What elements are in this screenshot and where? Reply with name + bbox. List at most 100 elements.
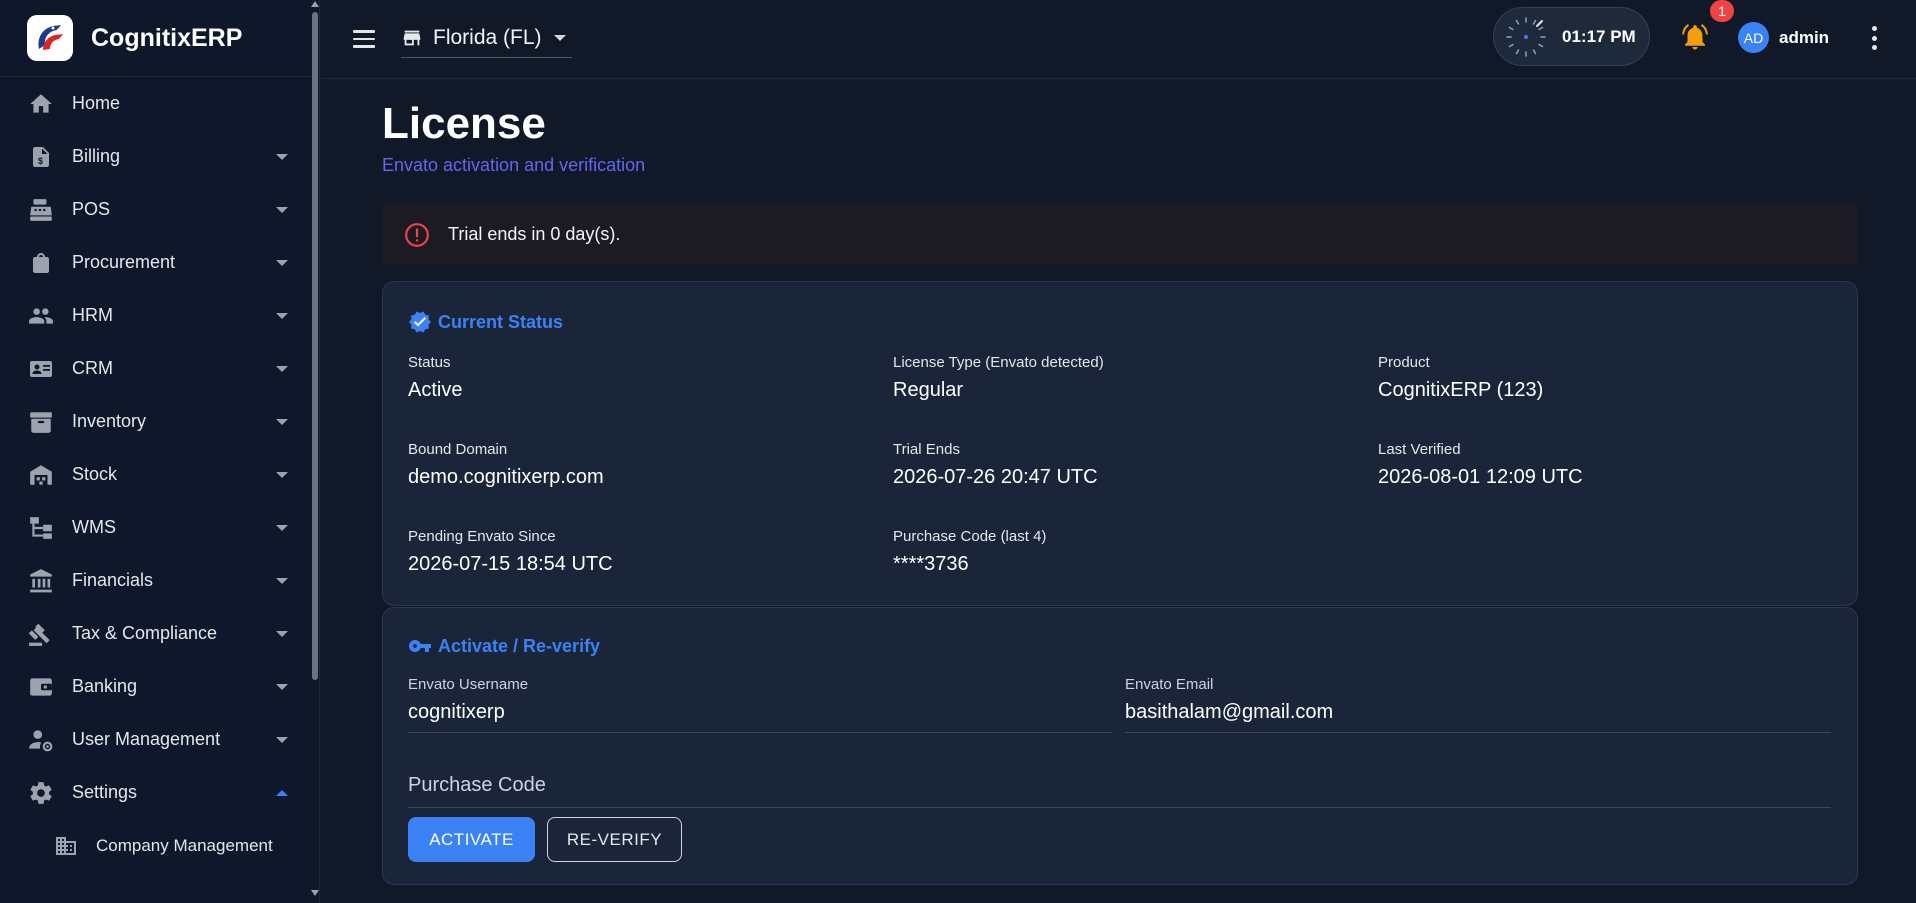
pending-envato-field: Pending Envato Since 2026-07-15 18:54 UT… <box>408 528 613 576</box>
error-icon <box>405 222 429 247</box>
sidebar-item-label: WMS <box>72 517 116 537</box>
field-value: 2026-08-01 12:09 UTC <box>1378 466 1583 488</box>
chevron-up-icon <box>276 789 288 796</box>
sidebar-item-label: Home <box>72 93 121 113</box>
sidebar-nav: Home $ Billing POS Procurement HRM CRM I… <box>0 77 319 872</box>
chevron-down-icon <box>553 34 566 41</box>
current-status-card: Current Status Status Active License Typ… <box>382 281 1858 606</box>
invoice-icon: $ <box>26 142 56 172</box>
field-value: Regular <box>893 379 964 401</box>
archive-icon <box>26 407 56 437</box>
sidebar-item-label: POS <box>72 199 111 219</box>
sidebar-item-label: Banking <box>72 676 138 696</box>
envato-username-field[interactable]: Envato Username cognitixerp <box>408 676 1112 733</box>
activate-button[interactable]: ACTIVATE <box>408 817 535 862</box>
kebab-icon <box>1871 45 1877 50</box>
last-verified-field: Last Verified 2026-08-01 12:09 UTC <box>1378 441 1583 489</box>
store-selector-label: Florida (FL) <box>433 25 542 49</box>
building-icon <box>52 832 80 860</box>
purchase-code-field[interactable]: Purchase Code <box>408 774 1831 808</box>
sidebar-item-wms[interactable]: WMS <box>0 501 319 554</box>
product-field: Product CognitixERP (123) <box>1378 354 1543 402</box>
sidebar-item-settings[interactable]: Settings <box>0 766 319 819</box>
envato-username-input[interactable]: cognitixerp <box>408 701 1112 732</box>
gavel-icon <box>26 619 56 649</box>
menu-toggle-button[interactable] <box>353 25 381 53</box>
clock-widget: 01:17 PM <box>1493 7 1650 66</box>
brand-logo-icon <box>27 15 73 61</box>
chevron-down-icon <box>276 206 288 213</box>
sidebar-item-user-management[interactable]: User Management <box>0 713 319 766</box>
card-header: Activate / Re-verify <box>408 634 600 658</box>
field-label: Purchase Code (last 4) <box>893 528 1047 545</box>
activate-card: Activate / Re-verify Envato Username cog… <box>382 607 1858 885</box>
purchase-code-last4-field: Purchase Code (last 4) ****3736 <box>893 528 1046 576</box>
sidebar-item-inventory[interactable]: Inventory <box>0 395 319 448</box>
sidebar-item-hrm[interactable]: HRM <box>0 289 319 342</box>
field-label: Product <box>1378 354 1430 371</box>
hamburger-icon <box>353 37 375 41</box>
envato-email-field[interactable]: Envato Email basithalam@gmail.com <box>1125 676 1831 733</box>
people-icon <box>26 301 56 331</box>
reverify-button[interactable]: RE-VERIFY <box>547 817 682 862</box>
user-menu[interactable]: AD admin <box>1738 22 1829 53</box>
chevron-down-icon <box>276 365 288 372</box>
purchase-code-input[interactable]: Purchase Code <box>408 774 1831 807</box>
more-options-button[interactable] <box>1868 26 1880 50</box>
sidebar-item-label: Inventory <box>72 411 147 431</box>
sidebar-item-financials[interactable]: Financials <box>0 554 319 607</box>
gear-icon <box>26 778 56 808</box>
sidebar-item-label: Settings <box>72 782 138 802</box>
warehouse-icon <box>26 460 56 490</box>
chevron-down-icon <box>276 736 288 743</box>
notification-bell-button[interactable] <box>1680 22 1710 52</box>
field-label: Pending Envato Since <box>408 528 556 545</box>
field-value: CognitixERP (123) <box>1378 379 1544 401</box>
alert-text: Trial ends in 0 day(s). <box>448 224 621 244</box>
card-header: Current Status <box>408 310 563 334</box>
cash-register-icon <box>26 195 56 225</box>
field-value: ****3736 <box>893 553 969 575</box>
scroll-up-icon[interactable] <box>311 1 319 7</box>
brand[interactable]: CognitixERP <box>0 0 319 77</box>
sidebar-item-pos[interactable]: POS <box>0 183 319 236</box>
sidebar-scroll-thumb[interactable] <box>312 12 318 680</box>
sidebar-item-label: Billing <box>72 146 121 166</box>
sidebar: CognitixERP Home $ Billing POS Procureme… <box>0 0 320 903</box>
card-title: Activate / Re-verify <box>438 635 601 656</box>
key-icon <box>409 640 431 652</box>
user-name: admin <box>1779 27 1830 47</box>
sidebar-item-label: CRM <box>72 358 113 378</box>
trial-alert: Trial ends in 0 day(s). <box>382 204 1858 265</box>
contact-card-icon <box>26 354 56 384</box>
field-label: Status <box>408 354 451 371</box>
store-selector[interactable]: Florida (FL) <box>401 18 572 58</box>
sidebar-item-banking[interactable]: Banking <box>0 660 319 713</box>
envato-email-input[interactable]: basithalam@gmail.com <box>1125 701 1831 732</box>
sidebar-item-stock[interactable]: Stock <box>0 448 319 501</box>
scroll-down-icon[interactable] <box>311 890 319 896</box>
sidebar-subitem-company-management[interactable]: Company Management <box>0 819 319 872</box>
field-label: Envato Username <box>408 676 529 693</box>
sidebar-item-tax-compliance[interactable]: Tax & Compliance <box>0 607 319 660</box>
field-value: Active <box>408 379 463 401</box>
field-label: Last Verified <box>1378 441 1461 458</box>
chevron-down-icon <box>276 630 288 637</box>
field-label: Bound Domain <box>408 441 508 458</box>
clock-dial-icon <box>1506 16 1546 57</box>
avatar: AD <box>1738 22 1769 53</box>
field-value: 2026-07-26 20:47 UTC <box>893 466 1098 488</box>
status-field: Status Active <box>408 354 462 402</box>
sidebar-item-home[interactable]: Home <box>0 77 319 130</box>
wallet-icon <box>26 672 56 702</box>
home-icon <box>26 89 56 119</box>
sidebar-item-billing[interactable]: $ Billing <box>0 130 319 183</box>
sidebar-item-crm[interactable]: CRM <box>0 342 319 395</box>
field-label: License Type (Envato detected) <box>893 354 1104 371</box>
store-icon <box>401 27 423 49</box>
chevron-down-icon <box>276 418 288 425</box>
shopping-bag-icon <box>26 248 56 278</box>
sidebar-item-procurement[interactable]: Procurement <box>0 236 319 289</box>
brand-name: CognitixERP <box>91 23 243 52</box>
sidebar-item-label: HRM <box>72 305 113 325</box>
